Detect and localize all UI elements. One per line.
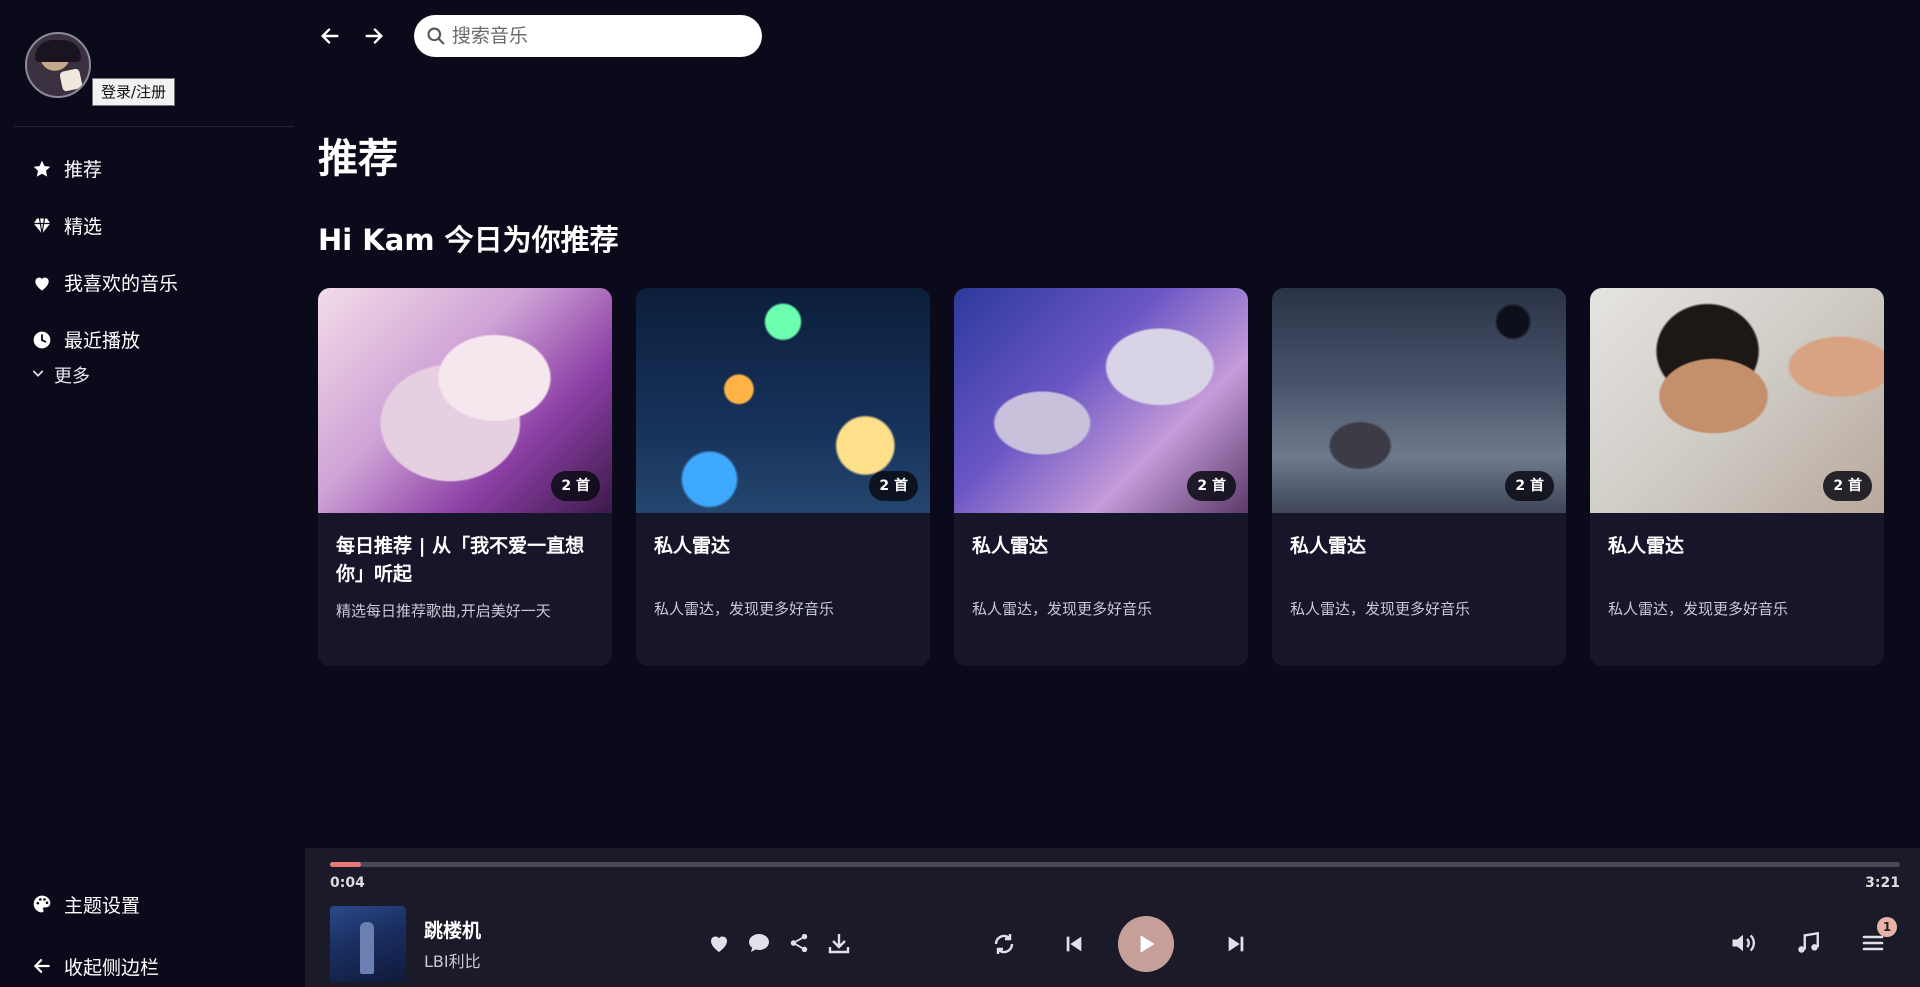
lyrics-button[interactable]: [1792, 927, 1824, 959]
playlist-card[interactable]: 2 首 私人雷达 私人雷达，发现更多好音乐: [1590, 288, 1884, 666]
sidebar-item-liked[interactable]: 我喜欢的音乐: [30, 254, 178, 311]
player-bar: 0:04 3:21 跳楼机 LBI利比 1: [305, 848, 1920, 987]
song-artist[interactable]: LBI利比: [424, 948, 481, 972]
chevron-down-icon: [30, 365, 50, 386]
current-time: 0:04: [330, 875, 365, 891]
playlist-desc: 私人雷达，发现更多好音乐: [1608, 600, 1789, 618]
playlist-cover: 2 首: [1590, 288, 1884, 513]
previous-track-button[interactable]: [1058, 928, 1090, 960]
comment-button[interactable]: [743, 927, 775, 959]
volume-icon: [1732, 934, 1755, 952]
heart-icon: [711, 936, 727, 952]
skip-back-icon: [1066, 936, 1082, 952]
search-box[interactable]: [414, 15, 762, 57]
arrow-right-icon: [365, 28, 384, 44]
heart-icon: [30, 271, 54, 295]
arrow-left-icon: [320, 28, 339, 44]
share-icon: [790, 933, 808, 953]
playlist-card[interactable]: 2 首 私人雷达 私人雷达，发现更多好音乐: [1272, 288, 1566, 666]
more-label: 更多: [54, 366, 90, 387]
song-title: 跳楼机: [424, 920, 482, 942]
playlist-cover: 2 首: [636, 288, 930, 513]
collapse-sidebar-label: 收起侧边栏: [64, 956, 160, 979]
song-count-badge: 2 首: [1187, 471, 1236, 501]
playlist-title: 私人雷达: [1608, 535, 1685, 557]
sidebar-item-label: 最近播放: [64, 330, 141, 352]
playlist-desc: 私人雷达，发现更多好音乐: [972, 600, 1153, 618]
login-tooltip: 登录/注册: [92, 78, 176, 106]
queue-count-badge: 1: [1877, 917, 1897, 937]
like-button[interactable]: [703, 927, 735, 959]
download-button[interactable]: [823, 927, 855, 959]
diamond-icon: [30, 214, 54, 238]
recommend-cards: 2 首 每日推荐 | 从「我不爱一直想你」听起 精选每日推荐歌曲,开启美好一天 …: [318, 288, 1884, 666]
playlist-card[interactable]: 2 首 私人雷达 私人雷达，发现更多好音乐: [636, 288, 930, 666]
playlist-cover: 2 首: [954, 288, 1248, 513]
sidebar-bottom: 主题设置 收起侧边栏: [30, 873, 159, 987]
playlist-cover: 2 首: [318, 288, 612, 513]
sidebar-item-label: 我喜欢的音乐: [64, 273, 179, 295]
sidebar-item-featured[interactable]: 精选: [30, 197, 178, 254]
clock-icon: [30, 328, 54, 352]
play-button[interactable]: [1118, 916, 1174, 972]
section-title: Hi Kam 今日为你推荐: [318, 223, 619, 257]
sidebar-divider: [14, 126, 294, 127]
sidebar: 登录/注册 推荐 精选 我喜欢的音乐 最近播放 更多 主题设置 收起侧边栏: [0, 0, 294, 987]
playlist-desc: 私人雷达，发现更多好音乐: [654, 600, 835, 618]
playlist-title: 每日推荐 | 从「我不爱一直想你」听起: [336, 535, 585, 585]
song-count-badge: 2 首: [1823, 471, 1872, 501]
sidebar-item-label: 精选: [64, 216, 103, 238]
album-cover[interactable]: [330, 906, 406, 982]
playlist-queue-button[interactable]: 1: [1857, 917, 1897, 959]
playlist-card[interactable]: 2 首 私人雷达 私人雷达，发现更多好音乐: [954, 288, 1248, 666]
sidebar-more-toggle[interactable]: 更多: [30, 362, 178, 388]
song-count-badge: 2 首: [551, 471, 600, 501]
total-time: 3:21: [1865, 875, 1900, 891]
forward-button[interactable]: [354, 16, 394, 56]
playlist-desc: 私人雷达，发现更多好音乐: [1290, 600, 1471, 618]
volume-button[interactable]: [1727, 927, 1759, 959]
search-icon: [427, 27, 445, 45]
star-icon: [30, 157, 54, 181]
download-icon: [828, 934, 850, 954]
play-icon: [1140, 935, 1155, 953]
playlist-card[interactable]: 2 首 每日推荐 | 从「我不爱一直想你」听起 精选每日推荐歌曲,开启美好一天: [318, 288, 612, 666]
back-button[interactable]: [310, 16, 350, 56]
song-count-badge: 2 首: [869, 471, 918, 501]
search-input[interactable]: [451, 25, 750, 47]
progress-fill: [330, 862, 362, 867]
sidebar-item-recommend[interactable]: 推荐: [30, 140, 178, 197]
repeat-icon: [994, 934, 1014, 954]
next-track-button[interactable]: [1220, 928, 1252, 960]
palette-icon: [30, 892, 54, 916]
skip-forward-icon: [1228, 936, 1244, 952]
top-bar: [310, 14, 762, 58]
progress-bar[interactable]: [330, 862, 1900, 867]
share-button[interactable]: [783, 927, 815, 959]
playlist-title: 私人雷达: [972, 535, 1049, 557]
user-avatar[interactable]: [25, 32, 91, 98]
sidebar-nav: 推荐 精选 我喜欢的音乐 最近播放 更多: [30, 140, 178, 388]
comment-icon: [749, 934, 769, 952]
playlist-desc: 精选每日推荐歌曲,开启美好一天: [336, 602, 551, 620]
music-note-icon: [1798, 931, 1819, 953]
collapse-sidebar-button[interactable]: 收起侧边栏: [30, 935, 159, 987]
sidebar-item-recent[interactable]: 最近播放: [30, 311, 178, 368]
theme-settings-button[interactable]: 主题设置: [30, 873, 159, 935]
playlist-title: 私人雷达: [654, 535, 731, 557]
arrow-left-icon: [30, 954, 54, 978]
theme-settings-label: 主题设置: [64, 894, 141, 917]
song-count-badge: 2 首: [1505, 471, 1554, 501]
sidebar-item-label: 推荐: [64, 159, 103, 181]
playlist-cover: 2 首: [1272, 288, 1566, 513]
page-title: 推荐: [318, 136, 398, 182]
repeat-mode-button[interactable]: [988, 928, 1020, 960]
playlist-title: 私人雷达: [1290, 535, 1367, 557]
